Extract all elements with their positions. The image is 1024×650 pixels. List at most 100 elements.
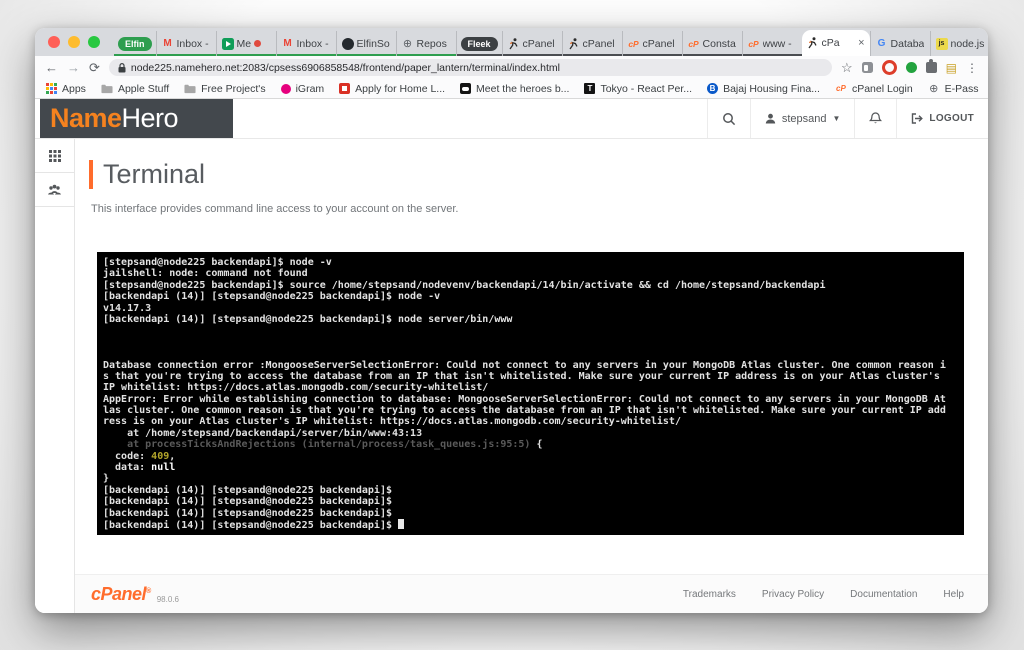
minimize-window-button[interactable] <box>68 36 80 48</box>
terminal-text: las cluster. One common reason is that y… <box>103 405 946 416</box>
terminal-text: Database connection error :MongooseServe… <box>103 360 946 371</box>
tab-label: Consta <box>703 38 736 50</box>
terminal-text: null <box>151 462 175 473</box>
terminal-line: [backendapi (14)] [stepsand@node225 back… <box>103 485 958 496</box>
bookmark-item[interactable]: Meet the heroes b... <box>460 83 569 95</box>
terminal-line: [backendapi (14)] [stepsand@node225 back… <box>103 519 958 530</box>
tab-group-chip[interactable]: Elfin <box>114 31 156 56</box>
terminal-text: [stepsand@node225 backendapi]$ node -v <box>103 257 332 268</box>
terminal-text: [stepsand@node225 backendapi]$ source /h… <box>103 280 825 291</box>
zoom-window-button[interactable] <box>88 36 100 48</box>
address-bar[interactable]: node225.namehero.net:2083/cpsess69068585… <box>109 59 832 76</box>
adblock-icon[interactable] <box>882 60 897 75</box>
red-square-icon <box>339 83 350 94</box>
search-button[interactable] <box>707 99 750 138</box>
browser-tab[interactable]: cPanel <box>562 31 622 56</box>
forward-icon[interactable]: → <box>67 61 80 74</box>
bookmark-item[interactable]: Apply for Home L... <box>339 83 445 95</box>
sidebar-item-users[interactable] <box>35 173 74 207</box>
notifications-button[interactable] <box>854 99 896 138</box>
terminal-line: code: 409, <box>103 451 958 462</box>
terminal-line: [backendapi (14)] [stepsand@node225 back… <box>103 496 958 507</box>
reload-icon[interactable]: ⟳ <box>89 61 100 74</box>
terminal-text: AppError: Error while establishing conne… <box>103 394 946 405</box>
bookmark-item[interactable]: TTokyo - React Per... <box>584 83 692 95</box>
username: stepsand <box>782 113 827 125</box>
tab-close-icon[interactable]: × <box>858 37 864 49</box>
terminal-line <box>103 325 958 336</box>
bookmark-item[interactable]: cPcPanel Login <box>835 83 913 95</box>
title-accent-bar <box>89 160 93 189</box>
side-panel-icon[interactable] <box>862 62 873 73</box>
bookmark-item[interactable]: Free Project's <box>184 83 265 95</box>
terminal-text: ress is on your Atlas cluster's IP white… <box>103 416 681 427</box>
tab-label: Inbox - <box>297 38 329 50</box>
terminal-line: [stepsand@node225 backendapi]$ node -v <box>103 257 958 268</box>
browser-tab[interactable]: ElfinSo <box>336 31 396 56</box>
browser-tab[interactable]: cPwww - <box>742 31 802 56</box>
browser-tab[interactable]: Me <box>216 31 276 56</box>
browser-tab[interactable]: cPa× <box>802 30 870 56</box>
footer-link[interactable]: Documentation <box>850 589 917 600</box>
gmail-icon: M <box>162 38 174 50</box>
video-icon <box>460 83 471 94</box>
bookmark-item[interactable]: Apps <box>45 83 86 95</box>
terminal-text: jailshell: node: command not found <box>103 268 308 279</box>
terminal-emulator[interactable]: [stepsand@node225 backendapi]$ node -vja… <box>97 252 964 535</box>
user-menu[interactable]: stepsand ▼ <box>750 99 855 138</box>
globe-icon: ⊕ <box>928 83 940 95</box>
terminal-line: [backendapi (14)] [stepsand@node225 back… <box>103 508 958 519</box>
terminal-text: [backendapi (14)] [stepsand@node225 back… <box>103 496 392 507</box>
browser-tab[interactable]: MInbox - <box>156 31 216 56</box>
browser-menu-icon[interactable]: ⋮ <box>966 61 978 75</box>
terminal-text: [backendapi (14)] [stepsand@node225 back… <box>103 508 392 519</box>
logout-icon <box>911 113 923 124</box>
terminal-text: IP whitelist: https://docs.atlas.mongodb… <box>103 382 488 393</box>
browser-tab[interactable]: MInbox - <box>276 31 336 56</box>
terminal-text: , <box>169 451 175 462</box>
bookmark-item[interactable]: Apple Stuff <box>101 83 169 95</box>
tab-label: node.js <box>951 38 985 50</box>
browser-tab[interactable]: jsnode.js <box>930 31 988 56</box>
close-window-button[interactable] <box>48 36 60 48</box>
bookmark-item[interactable]: ⊕E-Pass <box>928 83 979 95</box>
bookmark-label: Bajaj Housing Fina... <box>723 83 820 95</box>
footer-link[interactable]: Privacy Policy <box>762 589 824 600</box>
stack-extension-icon[interactable]: ▤ <box>946 62 957 74</box>
tab-group-chip[interactable]: Fleek <box>456 31 502 56</box>
cpanel-icon: cP <box>835 83 847 95</box>
cpanel-logo[interactable]: cPanel® <box>91 584 151 605</box>
page-title: Terminal <box>89 159 988 190</box>
page-description: This interface provides command line acc… <box>91 203 988 215</box>
browser-tab[interactable]: ⊕Repos <box>396 31 456 56</box>
browser-tab[interactable]: cPConsta <box>682 31 742 56</box>
footer-link[interactable]: Help <box>943 589 964 600</box>
extensions-puzzle-icon[interactable] <box>926 62 937 73</box>
tab-label: Databa <box>891 38 925 50</box>
bookmark-star-icon[interactable]: ☆ <box>841 60 853 76</box>
bookmark-item[interactable]: B Bajaj Housing Fina... <box>707 83 820 95</box>
bookmark-label: Meet the heroes b... <box>476 83 569 95</box>
b-icon: B <box>707 83 718 94</box>
bookmark-label: iGram <box>296 83 325 95</box>
bookmark-label: Apple Stuff <box>118 83 169 95</box>
terminal-line: [backendapi (14)] [stepsand@node225 back… <box>103 314 958 325</box>
browser-tab[interactable]: cPcPanel <box>622 31 682 56</box>
gmail-icon: M <box>282 38 294 50</box>
footer-link[interactable]: Trademarks <box>683 589 736 600</box>
namehero-logo[interactable]: NameHero <box>40 99 233 138</box>
terminal-text: v14.17.3 <box>103 303 151 314</box>
bookmark-item[interactable]: iGram <box>281 83 325 95</box>
browser-tab[interactable]: GDataba <box>870 31 930 56</box>
group-icon <box>47 184 62 196</box>
status-extension-icon[interactable] <box>906 62 917 73</box>
terminal-line <box>103 337 958 348</box>
tab-label: Me <box>237 38 252 50</box>
browser-tab[interactable]: cPanel <box>502 31 562 56</box>
terminal-text: data: <box>103 462 151 473</box>
back-icon[interactable]: ← <box>45 61 58 74</box>
terminal-line: data: null <box>103 462 958 473</box>
logout-button[interactable]: LOGOUT <box>896 99 988 138</box>
grid-icon <box>49 150 61 162</box>
sidebar-item-tools[interactable] <box>35 139 74 173</box>
